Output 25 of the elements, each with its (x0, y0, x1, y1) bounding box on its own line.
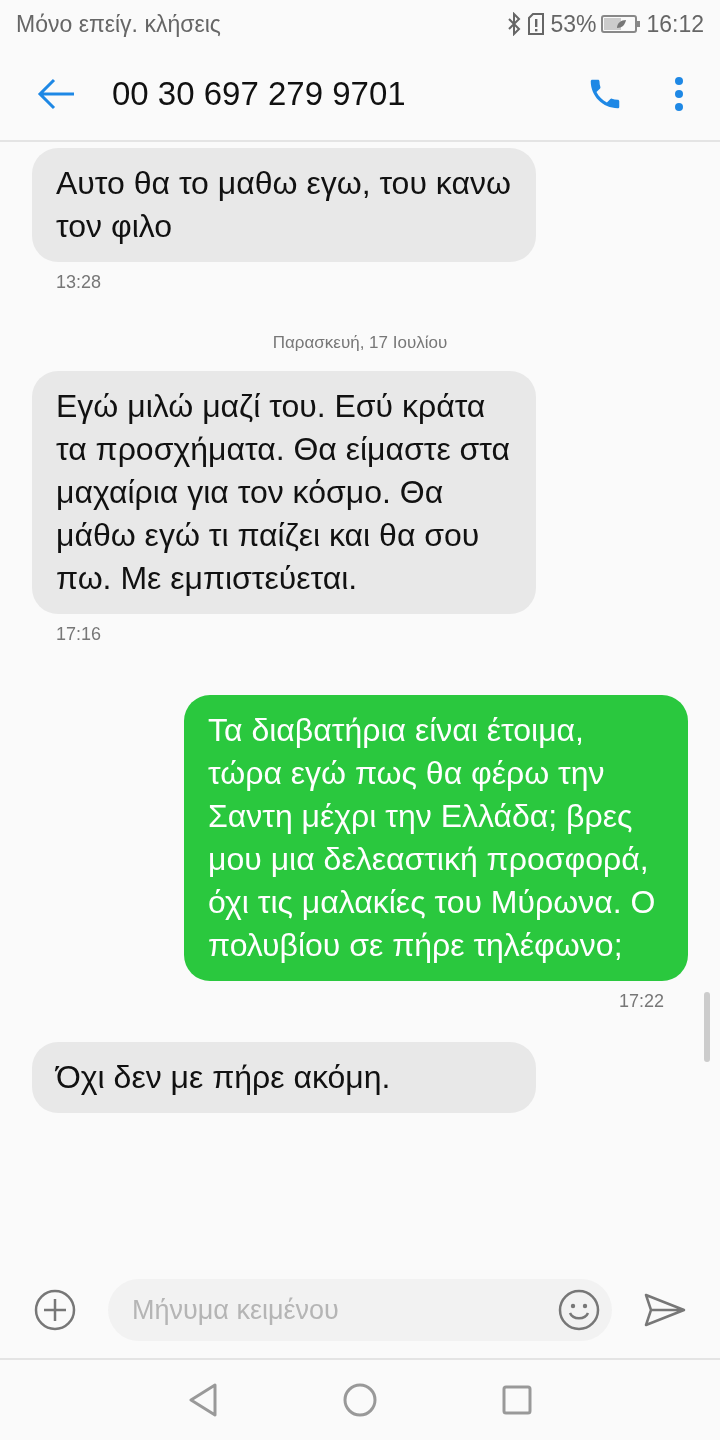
received-message: Όχι δεν με πήρε ακόμη. (32, 1042, 536, 1113)
received-message: Αυτο θα το μαθω εγω, του κανω τον φιλο (32, 148, 536, 262)
date-separator: Παρασκευή, 17 Ιουλίου (272, 333, 448, 353)
message-time: 13:28 (55, 272, 103, 293)
battery-percent: 53% (550, 10, 597, 38)
message-time: 17:22 (617, 991, 665, 1012)
scroll-thumb (704, 992, 710, 1062)
emoji-icon[interactable] (558, 1289, 600, 1331)
clock: 16:12 (646, 10, 704, 38)
back-arrow-icon[interactable] (36, 78, 76, 110)
received-message: Εγώ μιλώ μαζί του. Εσύ κράτα τα προσχήματα. Θα είμαστε στα μαχαίρια για τον κόσμο. Θα μάθω εγώ τι παίζει και θα σου πω. Με εμπιστεύεται. (32, 371, 536, 614)
contact-number: 00 30 697 279 9701 (112, 75, 407, 113)
more-options-icon[interactable] (674, 76, 684, 112)
send-icon[interactable] (644, 1293, 686, 1327)
bluetooth-icon (506, 12, 523, 36)
battery-icon (601, 14, 642, 34)
home-icon[interactable] (343, 1383, 377, 1417)
add-icon[interactable] (34, 1289, 76, 1331)
status-text: Μόνο επείγ. κλήσεις (16, 10, 221, 38)
sim-alert-icon (527, 12, 546, 36)
sent-message: Τα διαβατήρια είναι έτοιμα, τώρα εγώ πως θα φέρω την Σαντη μέχρι την Ελλάδα; βρες μου μια δελεαστική προσφορά, όχι τις μαλακίες του Μύρωνα. Ο πολυβίου σε πήρε τηλέφωνο; (184, 695, 688, 981)
back-icon[interactable] (188, 1383, 218, 1417)
message-input[interactable]: Μήνυμα κειμένου (108, 1279, 612, 1341)
recents-icon[interactable] (502, 1385, 532, 1415)
message-time: 17:16 (55, 624, 103, 645)
